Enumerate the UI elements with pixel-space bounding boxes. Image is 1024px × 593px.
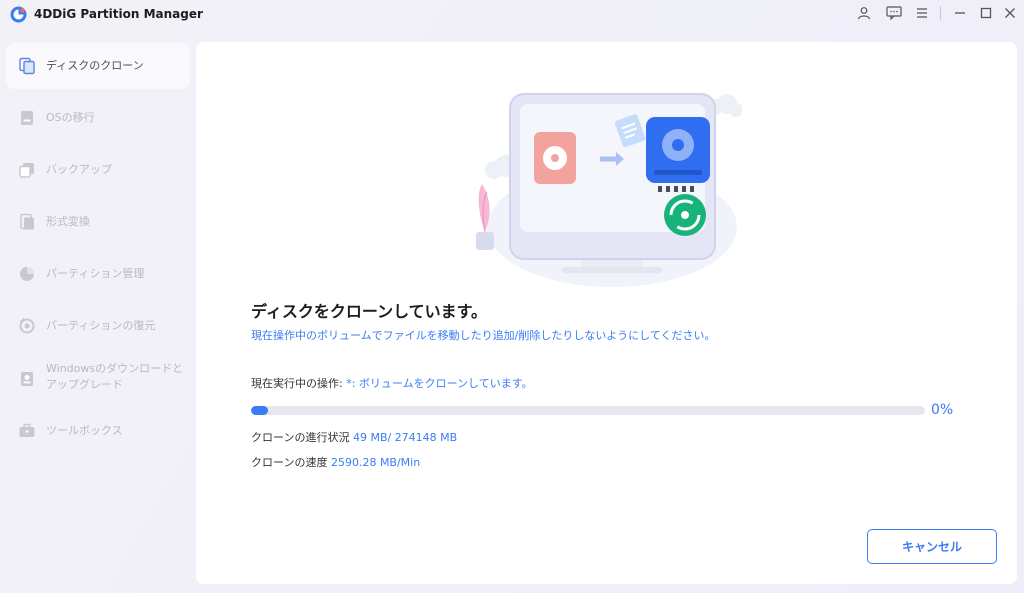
backup-icon [18, 161, 36, 179]
partition-pie-icon [18, 265, 36, 283]
windows-download-icon [18, 370, 36, 388]
sidebar-item-disk-clone[interactable]: ディスクのクローン [6, 43, 190, 89]
disk-clone-icon [18, 57, 36, 75]
clone-speed-label: クローンの速度 [251, 456, 331, 469]
sidebar-item-label: ディスクのクローン [46, 59, 144, 72]
clone-progress-panel: ディスクをクローンしています。 現在操作中のボリュームでファイルを移動したり追加… [196, 42, 1017, 584]
sidebar-item-backup[interactable]: バックアップ [6, 147, 190, 193]
partition-restore-icon [18, 317, 36, 335]
convert-icon [18, 213, 36, 231]
clone-speed-stat: クローンの速度 2590.28 MB/Min [251, 454, 420, 470]
page-title: ディスクをクローンしています。 [251, 302, 488, 321]
sidebar: ディスクのクローン OSの移行 バックアップ 形式変換 パーティション管理 パー… [0, 40, 190, 593]
sidebar-item-label: パーティション管理 [46, 267, 145, 280]
sidebar-item-label-line2: アップグレード [46, 378, 123, 391]
sidebar-item-partition-restore[interactable]: パーティションの復元 [6, 303, 190, 349]
sidebar-item-toolbox[interactable]: ツールボックス [6, 408, 190, 454]
minimize-icon[interactable] [950, 4, 970, 22]
feedback-icon[interactable] [884, 4, 904, 22]
sidebar-item-label: パーティションの復元 [46, 319, 156, 332]
sidebar-item-label: バックアップ [46, 163, 112, 176]
cancel-button[interactable]: キャンセル [867, 529, 997, 564]
close-icon[interactable] [1000, 4, 1020, 22]
clone-speed-value: 2590.28 MB/Min [330, 456, 421, 469]
clone-progress-value: 49 MB/ 274148 MB [352, 431, 458, 444]
user-icon[interactable] [854, 4, 874, 22]
clone-progress-label: クローンの進行状況 [251, 431, 353, 444]
maximize-icon[interactable] [976, 4, 996, 22]
warning-text: 現在操作中のボリュームでファイルを移動したり追加/削除したりしないようにしてくだ… [251, 329, 716, 342]
titlebar-divider [940, 6, 941, 20]
app-logo-icon [10, 6, 27, 23]
sidebar-item-label-line1: Windowsのダウンロードと [46, 362, 184, 375]
os-migrate-icon [18, 109, 36, 127]
menu-icon[interactable] [912, 4, 932, 22]
progress-bar [251, 406, 925, 415]
progress-percent: 0% [931, 402, 954, 418]
sidebar-item-convert[interactable]: 形式変換 [6, 199, 190, 245]
clone-progress-stat: クローンの進行状況 49 MB/ 274148 MB [251, 429, 457, 445]
app-title: 4DDiG Partition Manager [34, 7, 203, 21]
sidebar-item-partition-manage[interactable]: パーティション管理 [6, 251, 190, 297]
current-operation-label: 現在実行中の操作: [251, 377, 347, 390]
title-bar: 4DDiG Partition Manager [0, 0, 1024, 30]
sidebar-item-label: OSの移行 [46, 111, 95, 124]
sidebar-item-label: ツールボックス [46, 424, 123, 437]
sidebar-item-label: 形式変換 [46, 215, 90, 228]
toolbox-icon [18, 422, 36, 440]
current-operation-value: *: ボリュームをクローンしています。 [346, 377, 533, 390]
current-operation: 現在実行中の操作: *: ボリュームをクローンしています。 [251, 375, 533, 391]
progress-bar-fill [251, 406, 268, 415]
sidebar-item-os-migrate[interactable]: OSの移行 [6, 95, 190, 141]
clone-illustration [476, 93, 742, 287]
sidebar-item-windows-download[interactable]: Windowsのダウンロードと アップグレード [6, 353, 190, 405]
